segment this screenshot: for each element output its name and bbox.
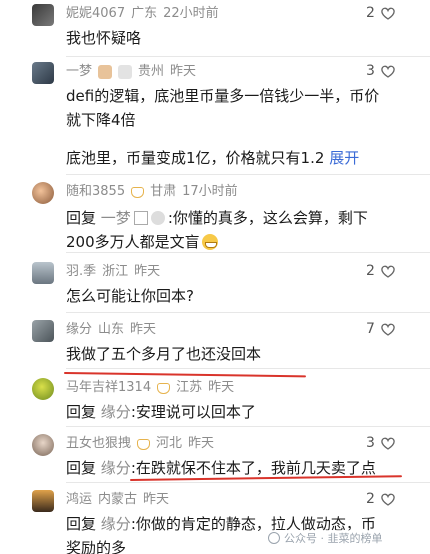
divider bbox=[66, 252, 430, 253]
vip-badge-icon bbox=[137, 438, 151, 450]
reply-text: :安理说可以回本了 bbox=[130, 403, 256, 421]
rabbit-icon bbox=[118, 65, 133, 79]
divider bbox=[66, 482, 430, 483]
comment-meta: 丑女也狠拽 河北 昨天 bbox=[66, 436, 214, 452]
comment-text-part: 底池里，币量变成1亿，价格就只有1.2 bbox=[66, 149, 325, 167]
reply-text: :在跌就保不住本了，我前几天卖了点 bbox=[130, 459, 376, 477]
vip-badge-icon bbox=[131, 186, 145, 198]
grin-emoji-icon bbox=[201, 234, 218, 250]
like-button[interactable]: 3 bbox=[366, 435, 395, 451]
divider bbox=[66, 426, 430, 427]
avatar[interactable] bbox=[32, 262, 54, 284]
comment-text: 我做了五个多月了也还没回本 bbox=[66, 345, 262, 363]
like-button[interactable]: 2 bbox=[366, 491, 395, 507]
divider bbox=[66, 368, 430, 369]
comment-text: 怎么可能让你回本? bbox=[66, 287, 194, 305]
wechat-icon bbox=[268, 532, 280, 544]
location: 广东 bbox=[131, 6, 158, 21]
avatar[interactable] bbox=[32, 182, 54, 204]
divider bbox=[66, 56, 430, 57]
comment-text-continued: 底池里，币量变成1亿，价格就只有1.2 展开 bbox=[66, 146, 386, 170]
reply-prefix: 回复 bbox=[66, 459, 97, 477]
vip-badge-icon bbox=[157, 382, 171, 394]
square-icon bbox=[133, 211, 148, 225]
like-count: 7 bbox=[366, 321, 375, 337]
username[interactable]: 丑女也狠拽 bbox=[66, 436, 131, 452]
location: 甘肃 bbox=[150, 184, 177, 199]
location: 江苏 bbox=[176, 380, 203, 395]
expand-link[interactable]: 展开 bbox=[329, 149, 359, 167]
comment-meta: 缘分 山东 昨天 bbox=[66, 322, 156, 338]
avatar[interactable] bbox=[32, 320, 54, 342]
reply-prefix: 回复 bbox=[66, 209, 97, 227]
reply-prefix: 回复 bbox=[66, 515, 97, 533]
heart-icon[interactable] bbox=[381, 323, 395, 336]
reply-to-user[interactable]: 缘分 bbox=[101, 403, 131, 421]
timestamp: 22小时前 bbox=[163, 6, 219, 21]
reply-to-user[interactable]: 缘分 bbox=[101, 459, 131, 477]
comment-text: defi的逻辑，底池里币量多一倍钱少一半，币价就下降4倍 bbox=[66, 87, 380, 129]
username[interactable]: 妮妮4067 bbox=[66, 6, 125, 22]
avatar[interactable] bbox=[32, 378, 54, 400]
username[interactable]: 一梦 bbox=[66, 64, 92, 80]
avatar[interactable] bbox=[32, 490, 54, 512]
like-count: 2 bbox=[366, 263, 375, 279]
avatar[interactable] bbox=[32, 4, 54, 26]
timestamp: 17小时前 bbox=[182, 184, 238, 199]
heart-icon[interactable] bbox=[381, 265, 395, 278]
location: 贵州 bbox=[138, 64, 165, 79]
avatar[interactable] bbox=[32, 434, 54, 456]
like-count: 3 bbox=[366, 435, 375, 451]
reply-to-user[interactable]: 缘分 bbox=[101, 515, 131, 533]
like-button[interactable]: 3 bbox=[366, 63, 395, 79]
timestamp: 昨天 bbox=[134, 264, 161, 279]
heart-icon[interactable] bbox=[381, 7, 395, 20]
watermark: 公众号 · 韭菜的榜单 bbox=[268, 530, 383, 546]
comment-meta: 马年吉祥1314 江苏 昨天 bbox=[66, 380, 234, 396]
comment-text: 我也怀疑咯 bbox=[66, 29, 142, 47]
like-count: 2 bbox=[366, 491, 375, 507]
heart-icon[interactable] bbox=[381, 437, 395, 450]
username[interactable]: 随和3855 bbox=[66, 184, 125, 200]
divider bbox=[66, 174, 430, 175]
location: 河北 bbox=[156, 436, 183, 451]
location: 浙江 bbox=[102, 264, 129, 279]
username[interactable]: 鸿运 bbox=[66, 492, 92, 508]
timestamp: 昨天 bbox=[208, 380, 235, 395]
heart-icon[interactable] bbox=[381, 65, 395, 78]
comment-meta: 妮妮4067 广东 22小时前 bbox=[66, 6, 219, 22]
username[interactable]: 缘分 bbox=[66, 322, 92, 338]
like-count: 3 bbox=[366, 63, 375, 79]
timestamp: 昨天 bbox=[143, 492, 170, 507]
like-count: 2 bbox=[366, 5, 375, 21]
reply-prefix: 回复 bbox=[66, 403, 97, 421]
flower-icon bbox=[98, 65, 113, 79]
like-button[interactable]: 7 bbox=[366, 321, 395, 337]
like-button[interactable]: 2 bbox=[366, 5, 395, 21]
rabbit-icon bbox=[150, 211, 165, 225]
heart-icon[interactable] bbox=[381, 493, 395, 506]
timestamp: 昨天 bbox=[170, 64, 197, 79]
comment-meta: 鸿运 内蒙古 昨天 bbox=[66, 492, 169, 508]
comment-meta: 随和3855 甘肃 17小时前 bbox=[66, 184, 238, 200]
red-underline-annotation bbox=[63, 372, 306, 378]
like-button[interactable]: 2 bbox=[366, 263, 395, 279]
comment-meta: 羽.季 浙江 昨天 bbox=[66, 264, 160, 280]
watermark-text: 公众号 · 韭菜的榜单 bbox=[284, 532, 383, 545]
reply-to-user[interactable]: 一梦 bbox=[101, 209, 131, 227]
timestamp: 昨天 bbox=[130, 322, 157, 337]
comment-meta: 一梦 贵州 昨天 bbox=[66, 64, 196, 80]
username[interactable]: 羽.季 bbox=[66, 264, 96, 280]
location: 山东 bbox=[98, 322, 125, 337]
timestamp: 昨天 bbox=[188, 436, 215, 451]
username[interactable]: 马年吉祥1314 bbox=[66, 380, 151, 396]
location: 内蒙古 bbox=[98, 492, 138, 507]
avatar[interactable] bbox=[32, 62, 54, 84]
comment-text: 回复 缘分:安理说可以回本了 bbox=[66, 400, 386, 424]
comment-text: 回复 一梦:你懂的真多，这么会算，剩下200多万人都是文盲 bbox=[66, 206, 386, 254]
divider bbox=[66, 312, 430, 313]
